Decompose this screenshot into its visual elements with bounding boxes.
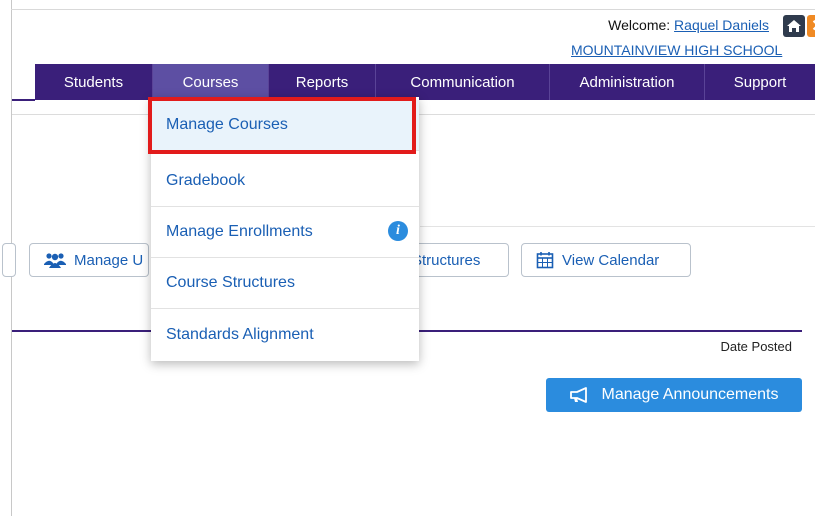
- menu-item-label: Course Structures: [166, 273, 295, 291]
- menu-item-course-structures[interactable]: Course Structures: [151, 257, 419, 309]
- megaphone-icon: [570, 387, 588, 403]
- close-button[interactable]: ✕: [807, 15, 815, 37]
- manage-announcements-button[interactable]: Manage Announcements: [546, 378, 802, 412]
- menu-item-manage-enrollments[interactable]: Manage Enrollments i: [151, 206, 419, 258]
- structures-label: Structures: [412, 251, 481, 269]
- nav-support[interactable]: Support: [705, 64, 815, 100]
- menu-item-label: Gradebook: [166, 171, 246, 189]
- nav-administration[interactable]: Administration: [550, 64, 705, 100]
- manage-users-label: Manage U: [74, 251, 144, 269]
- school-name-link[interactable]: MOUNTAINVIEW HIGH SCHOOL: [571, 42, 782, 58]
- menu-item-label: Manage Enrollments: [166, 222, 313, 240]
- nav-underline: [12, 99, 35, 101]
- main-nav: Students Courses Reports Communication A…: [35, 64, 815, 100]
- close-icon: ✕: [811, 16, 815, 36]
- nav-communication[interactable]: Communication: [376, 64, 550, 100]
- nav-reports[interactable]: Reports: [269, 64, 376, 100]
- calendar-icon: [536, 252, 554, 269]
- users-icon: [44, 253, 66, 268]
- menu-item-standards-alignment[interactable]: Standards Alignment: [151, 309, 419, 361]
- menu-item-gradebook[interactable]: Gradebook: [151, 155, 419, 207]
- info-icon[interactable]: i: [388, 221, 408, 241]
- menu-item-label: Standards Alignment: [166, 326, 314, 343]
- nav-courses[interactable]: Courses: [153, 64, 269, 100]
- manage-users-button[interactable]: Manage U: [29, 243, 149, 277]
- menu-item-manage-courses[interactable]: Manage Courses: [151, 100, 419, 151]
- page-top-border: [11, 9, 815, 10]
- menu-item-label: Manage Courses: [166, 116, 288, 133]
- welcome-label: Welcome:: [608, 17, 671, 33]
- date-posted-header: Date Posted: [720, 339, 792, 354]
- user-name-link[interactable]: Raquel Daniels: [674, 17, 769, 33]
- home-button[interactable]: [783, 15, 805, 37]
- nav-students[interactable]: Students: [35, 64, 153, 100]
- page: Welcome: Raquel Daniels ✕ MOUNTAINVIEW H…: [0, 0, 815, 516]
- hidden-toolbar-button[interactable]: [2, 243, 16, 277]
- home-icon: [787, 20, 801, 32]
- view-calendar-label: View Calendar: [562, 251, 660, 269]
- view-calendar-button[interactable]: View Calendar: [521, 243, 691, 277]
- manage-announcements-label: Manage Announcements: [601, 386, 779, 403]
- divider: [420, 226, 815, 227]
- welcome-text: Welcome: Raquel Daniels: [608, 17, 769, 33]
